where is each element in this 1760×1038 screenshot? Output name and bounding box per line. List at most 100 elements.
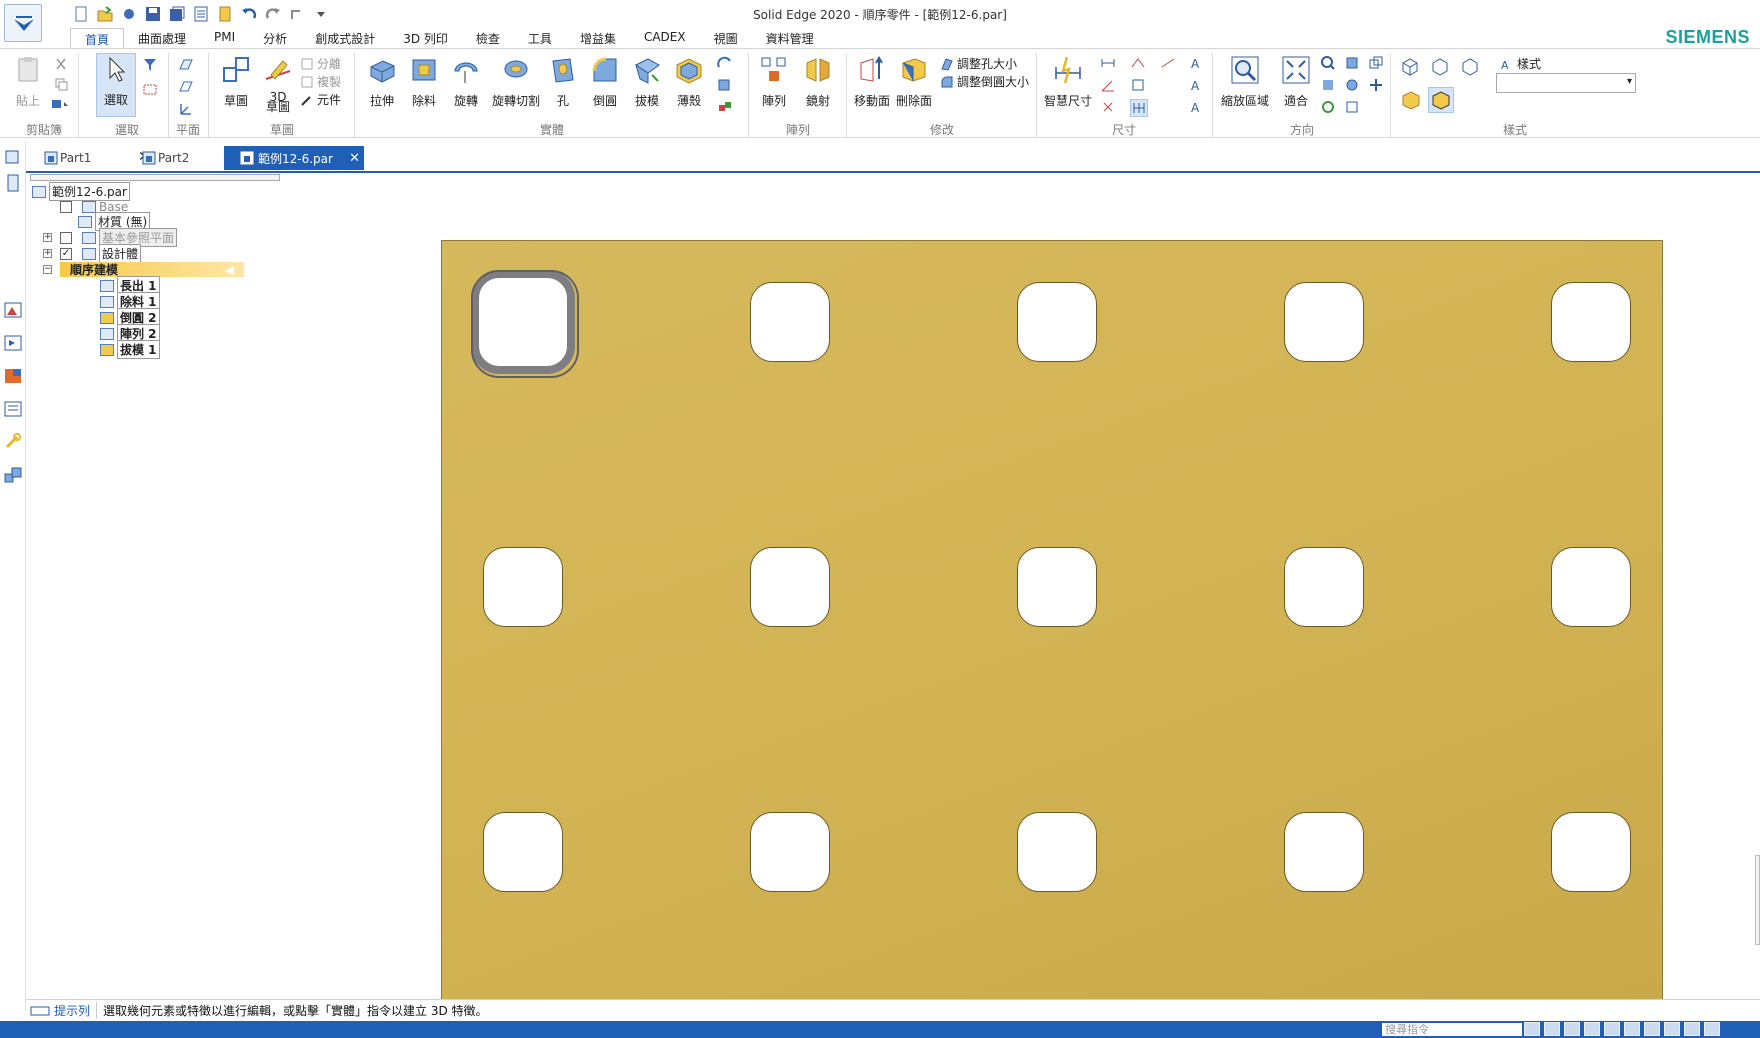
- sketch-3d-button[interactable]: 3D 草圖: [260, 55, 296, 113]
- tab-tools[interactable]: 工具: [514, 28, 566, 48]
- redo-icon[interactable]: [264, 5, 282, 23]
- relate-2-icon[interactable]: [1130, 77, 1146, 93]
- tree-material[interactable]: 材質 (無): [78, 212, 151, 231]
- view-1-icon[interactable]: [1344, 55, 1360, 71]
- pattern-hole[interactable]: [1017, 282, 1097, 362]
- select-filter-icon[interactable]: [142, 57, 158, 73]
- shaded-edges-icon[interactable]: [1428, 87, 1454, 113]
- zoom-icon[interactable]: [1564, 1022, 1580, 1036]
- doc-tab-active[interactable]: 範例12-6.par ✕: [224, 146, 364, 170]
- tree-feature[interactable]: 長出 1: [100, 276, 160, 295]
- pattern-hole[interactable]: [1551, 547, 1631, 627]
- pattern-hole[interactable]: [1284, 282, 1364, 362]
- zoom-area-button[interactable]: 縮放區域: [1218, 55, 1272, 109]
- smart-dimension-button[interactable]: 智慧尺寸: [1042, 55, 1094, 109]
- layers-tab-icon[interactable]: [6, 173, 20, 196]
- part-button[interactable]: 元件: [300, 91, 341, 108]
- selected-hole[interactable]: [471, 270, 579, 378]
- text-a-1-icon[interactable]: A: [1188, 55, 1204, 71]
- link-icon[interactable]: [3, 433, 23, 454]
- checkbox[interactable]: [60, 231, 72, 244]
- coordinate-system-icon[interactable]: [178, 101, 194, 117]
- fit-icon[interactable]: [1584, 1022, 1600, 1036]
- pattern-hole[interactable]: [750, 282, 830, 362]
- viewport-edge-handle[interactable]: [1755, 855, 1760, 945]
- pattern-button[interactable]: 陣列: [756, 55, 792, 109]
- plane-options-icon[interactable]: [178, 79, 200, 95]
- save-icon[interactable]: [144, 5, 162, 23]
- text-a-3-icon[interactable]: A: [1188, 99, 1204, 115]
- rotate-icon[interactable]: [1320, 99, 1336, 115]
- paste-button[interactable]: 貼上: [10, 55, 46, 109]
- tab-generative-design[interactable]: 創成式設計: [301, 28, 389, 48]
- zoom-area-icon[interactable]: [1544, 1022, 1560, 1036]
- pattern-hole[interactable]: [1017, 812, 1097, 892]
- tree-design-body[interactable]: ✓ 設計體: [60, 244, 142, 263]
- edit-icon[interactable]: [120, 5, 138, 23]
- relate-4-icon[interactable]: [1160, 55, 1176, 71]
- tree-root[interactable]: 範例12-6.par: [32, 182, 130, 201]
- tab-inspect-analysis[interactable]: 分析: [249, 28, 301, 48]
- fit-button[interactable]: 適合: [1276, 55, 1316, 109]
- window-icon[interactable]: [1684, 1022, 1700, 1036]
- zoom-icon[interactable]: [1320, 55, 1336, 71]
- copy-icon[interactable]: [54, 77, 68, 91]
- pattern-hole[interactable]: [1284, 547, 1364, 627]
- cut-icon[interactable]: [54, 57, 68, 71]
- pattern-hole[interactable]: [1017, 547, 1097, 627]
- tab-addins[interactable]: 增益集: [566, 28, 630, 48]
- thin-wall-button[interactable]: 薄殼: [672, 55, 706, 109]
- view-3-icon[interactable]: [1344, 99, 1360, 115]
- view-4-icon[interactable]: [1368, 55, 1384, 71]
- solid-more-1-icon[interactable]: [716, 55, 734, 71]
- delete-face-button[interactable]: 刪除面: [894, 55, 934, 109]
- mirror-button[interactable]: 鏡射: [800, 55, 836, 109]
- feature-library-icon[interactable]: [3, 301, 23, 322]
- pathfinder-tab-icon[interactable]: [4, 149, 20, 168]
- properties-panel-icon[interactable]: [3, 400, 23, 421]
- save-all-icon[interactable]: [168, 5, 186, 23]
- command-search-input[interactable]: 搜尋指令: [1382, 1023, 1522, 1036]
- extrude-button[interactable]: 拉伸: [364, 55, 400, 109]
- application-menu-button[interactable]: [4, 4, 42, 42]
- tree-feature[interactable]: 除料 1: [100, 292, 160, 311]
- sensors-icon[interactable]: [3, 334, 23, 355]
- revolve-button[interactable]: 旋轉: [448, 55, 484, 109]
- relate-1-icon[interactable]: [1130, 55, 1146, 71]
- tree-feature[interactable]: 陣列 2: [100, 324, 160, 343]
- doc-tab-part1[interactable]: Part1: [42, 146, 132, 170]
- undo-icon[interactable]: [240, 5, 258, 23]
- move-face-button[interactable]: 移動面: [852, 55, 892, 109]
- cutout-button[interactable]: 除料: [406, 55, 442, 109]
- angle-dim-icon[interactable]: [1100, 77, 1116, 93]
- tab-surfacing[interactable]: 曲面處理: [124, 28, 200, 48]
- round-button[interactable]: 倒圓: [588, 55, 622, 109]
- tree-ref-planes[interactable]: 基本參照平面: [60, 228, 178, 247]
- tab-pmi[interactable]: PMI: [200, 28, 249, 48]
- tree-feature[interactable]: 倒圓 2: [100, 308, 160, 327]
- pattern-hole[interactable]: [1551, 812, 1631, 892]
- pan-icon[interactable]: [1604, 1022, 1620, 1036]
- doc-tab-part2[interactable]: Part2: [140, 146, 230, 170]
- select-button[interactable]: 選取: [96, 53, 136, 117]
- view-icon[interactable]: [1644, 1022, 1660, 1036]
- repeat-icon[interactable]: [288, 5, 306, 23]
- tab-view[interactable]: 視圖: [700, 28, 752, 48]
- solid-more-3-icon[interactable]: [716, 99, 734, 115]
- view-2-icon[interactable]: [1344, 77, 1360, 93]
- pattern-hole[interactable]: [483, 812, 563, 892]
- color-manager-icon[interactable]: [3, 367, 23, 388]
- sketch-button[interactable]: 草圖: [216, 55, 256, 109]
- shaded-icon[interactable]: [1664, 1022, 1680, 1036]
- tab-data-management[interactable]: 資料管理: [752, 28, 828, 48]
- view-5-icon[interactable]: [1368, 77, 1384, 93]
- relate-3-icon[interactable]: [1130, 99, 1148, 117]
- select-box-icon[interactable]: [142, 81, 158, 97]
- collapse-icon[interactable]: −: [43, 265, 52, 274]
- hole-button[interactable]: 孔: [546, 55, 580, 109]
- tab-3d-print[interactable]: 3D 列印: [389, 28, 462, 48]
- tree-feature[interactable]: 拔模 1: [100, 340, 160, 359]
- checkbox[interactable]: [60, 200, 72, 213]
- graphics-viewport[interactable]: [441, 240, 1663, 1000]
- document-icon[interactable]: [216, 5, 234, 23]
